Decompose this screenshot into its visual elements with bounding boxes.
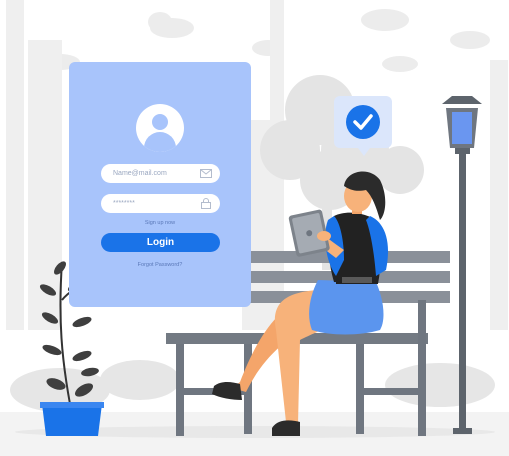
password-field[interactable]: ******** [101, 194, 220, 213]
email-field[interactable]: Name@mail.com [101, 164, 220, 183]
checkmark-icon [346, 105, 380, 139]
user-icon [136, 104, 184, 152]
check-bubble [334, 96, 392, 156]
login-button[interactable]: Login [101, 233, 220, 252]
login-card: Name@mail.com ******** Sign up now Login… [69, 62, 251, 307]
mail-icon [200, 169, 212, 178]
signup-link[interactable]: Sign up now [69, 220, 251, 226]
lock-icon [201, 198, 211, 209]
forgot-password-link[interactable]: Forgot Password? [69, 262, 251, 268]
email-placeholder: Name@mail.com [113, 170, 167, 177]
illustration-scene: Name@mail.com ******** Sign up now Login… [0, 0, 509, 456]
password-placeholder: ******** [113, 200, 135, 207]
